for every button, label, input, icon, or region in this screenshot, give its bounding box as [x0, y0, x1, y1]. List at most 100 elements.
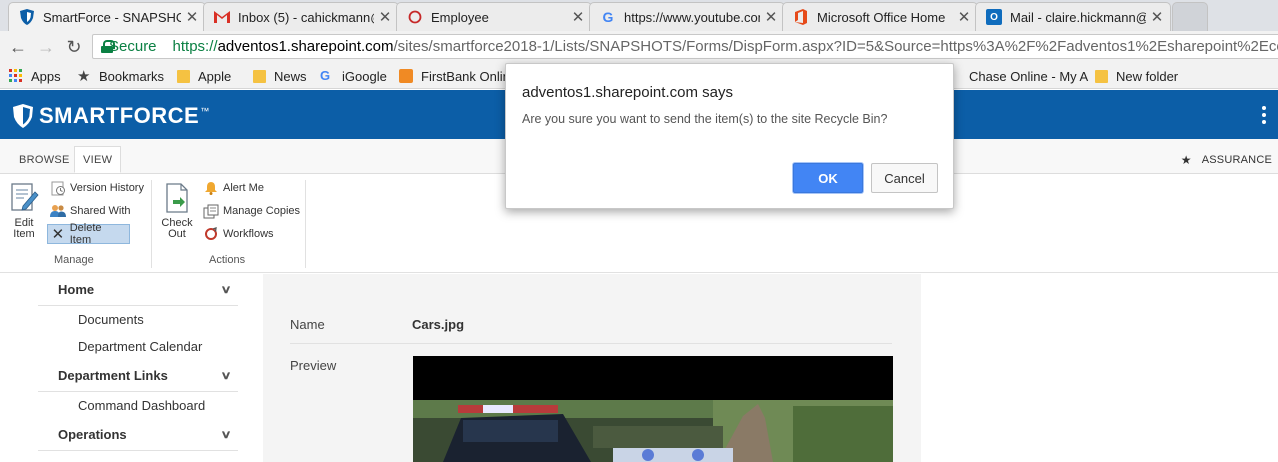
manage-group-label: Manage — [54, 254, 94, 266]
bookmark-label: Chase Online - My A — [969, 68, 1089, 84]
dialog-title: adventos1.sharepoint.com says — [522, 84, 733, 101]
bookmark-label: News — [274, 68, 307, 84]
bookmark-label: Apple — [198, 68, 232, 84]
secure-label: Secure — [109, 38, 157, 55]
site-logo[interactable]: SMARTFORCE ™ — [13, 103, 209, 129]
preview-field-label: Preview — [290, 358, 337, 373]
name-field-value: Cars.jpg — [412, 317, 465, 332]
nav-section-department-links[interactable]: Department Links ∨ — [38, 360, 238, 392]
tab-gmail[interactable]: Inbox (5) - cahickmann@ ✕ — [203, 2, 399, 31]
firstbank-icon — [399, 69, 413, 83]
nav-item-documents[interactable]: Documents — [38, 306, 238, 333]
trademark-mark: ™ — [200, 106, 210, 116]
bookmark-label: Bookmarks — [99, 68, 165, 84]
bell-icon — [203, 180, 219, 196]
nav-section-home[interactable]: Home ∨ — [38, 274, 238, 306]
actions-group-label: Actions — [209, 254, 246, 266]
close-icon[interactable]: ✕ — [957, 8, 971, 26]
back-arrow-icon[interactable]: ← — [6, 35, 30, 59]
tab-view[interactable]: VIEW — [74, 146, 122, 173]
bookmark-new-folder[interactable]: New folder — [1095, 67, 1178, 85]
edit-item-button[interactable]: Edit Item — [7, 182, 41, 240]
forward-arrow-icon[interactable]: → — [34, 35, 58, 59]
nav-section-label: Home — [58, 282, 95, 297]
preview-image[interactable] — [413, 356, 893, 462]
shared-with-label: Shared With — [70, 205, 131, 217]
shield-favicon-icon — [19, 9, 35, 25]
folder-icon — [177, 69, 190, 83]
tab-title: Employee — [431, 9, 489, 25]
tab-smartforce[interactable]: SmartForce - SNAPSHOTS ✕ — [8, 2, 206, 31]
version-history-button[interactable]: Version History — [50, 178, 148, 198]
google-icon: G — [602, 9, 614, 25]
workflows-label: Workflows — [223, 228, 274, 240]
bookmark-firstbank[interactable]: FirstBank Onlin — [399, 67, 510, 85]
close-icon[interactable]: ✕ — [185, 8, 199, 26]
bookmark-label: New folder — [1116, 68, 1179, 84]
check-out-line2: Out — [168, 228, 186, 240]
tab-browse[interactable]: BROWSE — [11, 146, 78, 173]
gmail-icon — [214, 9, 230, 25]
dialog-message: Are you sure you want to send the item(s… — [522, 112, 888, 126]
new-tab-button[interactable] — [1172, 2, 1208, 31]
delete-item-label: Delete Item — [69, 222, 102, 246]
browser-tab-strip: SmartForce - SNAPSHOTS ✕ Inbox (5) - cah… — [0, 0, 1278, 31]
close-icon[interactable]: ✕ — [1150, 8, 1164, 26]
bookmark-igoogle[interactable]: G iGoogle — [320, 67, 387, 85]
close-icon[interactable]: ✕ — [764, 8, 778, 26]
close-icon[interactable]: ✕ — [378, 8, 392, 26]
chevron-down-icon[interactable]: ∨ — [220, 428, 231, 441]
cancel-button[interactable]: Cancel — [871, 163, 938, 193]
folder-icon — [253, 69, 266, 83]
tab-title: https://www.youtube.com — [624, 9, 760, 25]
chevron-down-icon[interactable]: ∨ — [220, 369, 231, 382]
check-out-button[interactable]: Check Out — [160, 182, 194, 240]
reload-icon[interactable]: ↻ — [62, 35, 86, 59]
browser-toolbar: ← → ↻ Secure https://adventos1.sharepoin… — [0, 31, 1278, 62]
shield-icon — [13, 104, 33, 128]
shared-with-button[interactable]: Shared With — [50, 201, 135, 221]
bookmark-label: FirstBank Onlin — [421, 68, 510, 84]
delete-x-icon: ✕ — [51, 226, 65, 243]
tab-office[interactable]: Microsoft Office Home ✕ — [782, 2, 978, 31]
version-history-label: Version History — [70, 182, 144, 194]
tab-title: Mail - claire.hickmann@a — [1010, 9, 1146, 25]
tab-youtube[interactable]: G https://www.youtube.com ✕ — [589, 2, 785, 31]
ok-button[interactable]: OK — [793, 163, 863, 193]
name-field-label: Name — [290, 317, 325, 332]
assurance-link[interactable]: ★ ASSURANCE — [1181, 153, 1272, 167]
nav-item-department-calendar[interactable]: Department Calendar — [38, 333, 238, 360]
tab-title: Microsoft Office Home — [817, 9, 946, 25]
clock-document-icon — [50, 180, 66, 196]
nav-section-operations[interactable]: Operations ∨ — [38, 419, 238, 451]
bookmark-label: iGoogle — [342, 68, 387, 84]
brand-name: SMARTFORCE — [39, 103, 200, 128]
ribbon-divider — [305, 180, 306, 268]
alert-me-button[interactable]: Alert Me — [203, 178, 268, 198]
nav-section-label: Department Links — [58, 368, 168, 383]
check-out-icon — [162, 182, 192, 214]
manage-copies-button[interactable]: Manage Copies — [203, 201, 304, 221]
workflows-button[interactable]: Workflows — [203, 224, 278, 244]
edit-item-line2: Item — [13, 228, 35, 240]
ribbon-divider — [151, 180, 152, 268]
tab-employee[interactable]: Employee ✕ — [396, 2, 592, 31]
nav-item-command-dashboard[interactable]: Command Dashboard — [38, 392, 238, 419]
outlook-icon: O — [986, 9, 1002, 25]
assurance-label: ASSURANCE — [1201, 154, 1272, 166]
bookmark-chase[interactable]: Chase Online - My A — [946, 67, 1088, 85]
more-options-icon[interactable] — [1262, 106, 1266, 124]
address-bar[interactable]: Secure https://adventos1.sharepoint.com /… — [92, 34, 1278, 59]
bookmark-apple[interactable]: Apple — [177, 67, 231, 85]
star-icon: ★ — [1180, 153, 1192, 167]
tab-outlook[interactable]: O Mail - claire.hickmann@a ✕ — [975, 2, 1171, 31]
delete-item-button[interactable]: ✕ Delete Item — [47, 222, 130, 246]
bookmark-news[interactable]: News — [253, 67, 307, 85]
bookmark-bookmarks[interactable]: ★ Bookmarks — [77, 67, 164, 85]
name-field-row: Name Cars.jpg — [290, 310, 892, 344]
chevron-down-icon[interactable]: ∨ — [220, 283, 231, 296]
tab-title: Inbox (5) - cahickmann@ — [238, 9, 374, 25]
apps-grid-icon — [9, 69, 23, 83]
bookmark-apps[interactable]: Apps — [9, 67, 61, 85]
close-icon[interactable]: ✕ — [571, 8, 585, 26]
